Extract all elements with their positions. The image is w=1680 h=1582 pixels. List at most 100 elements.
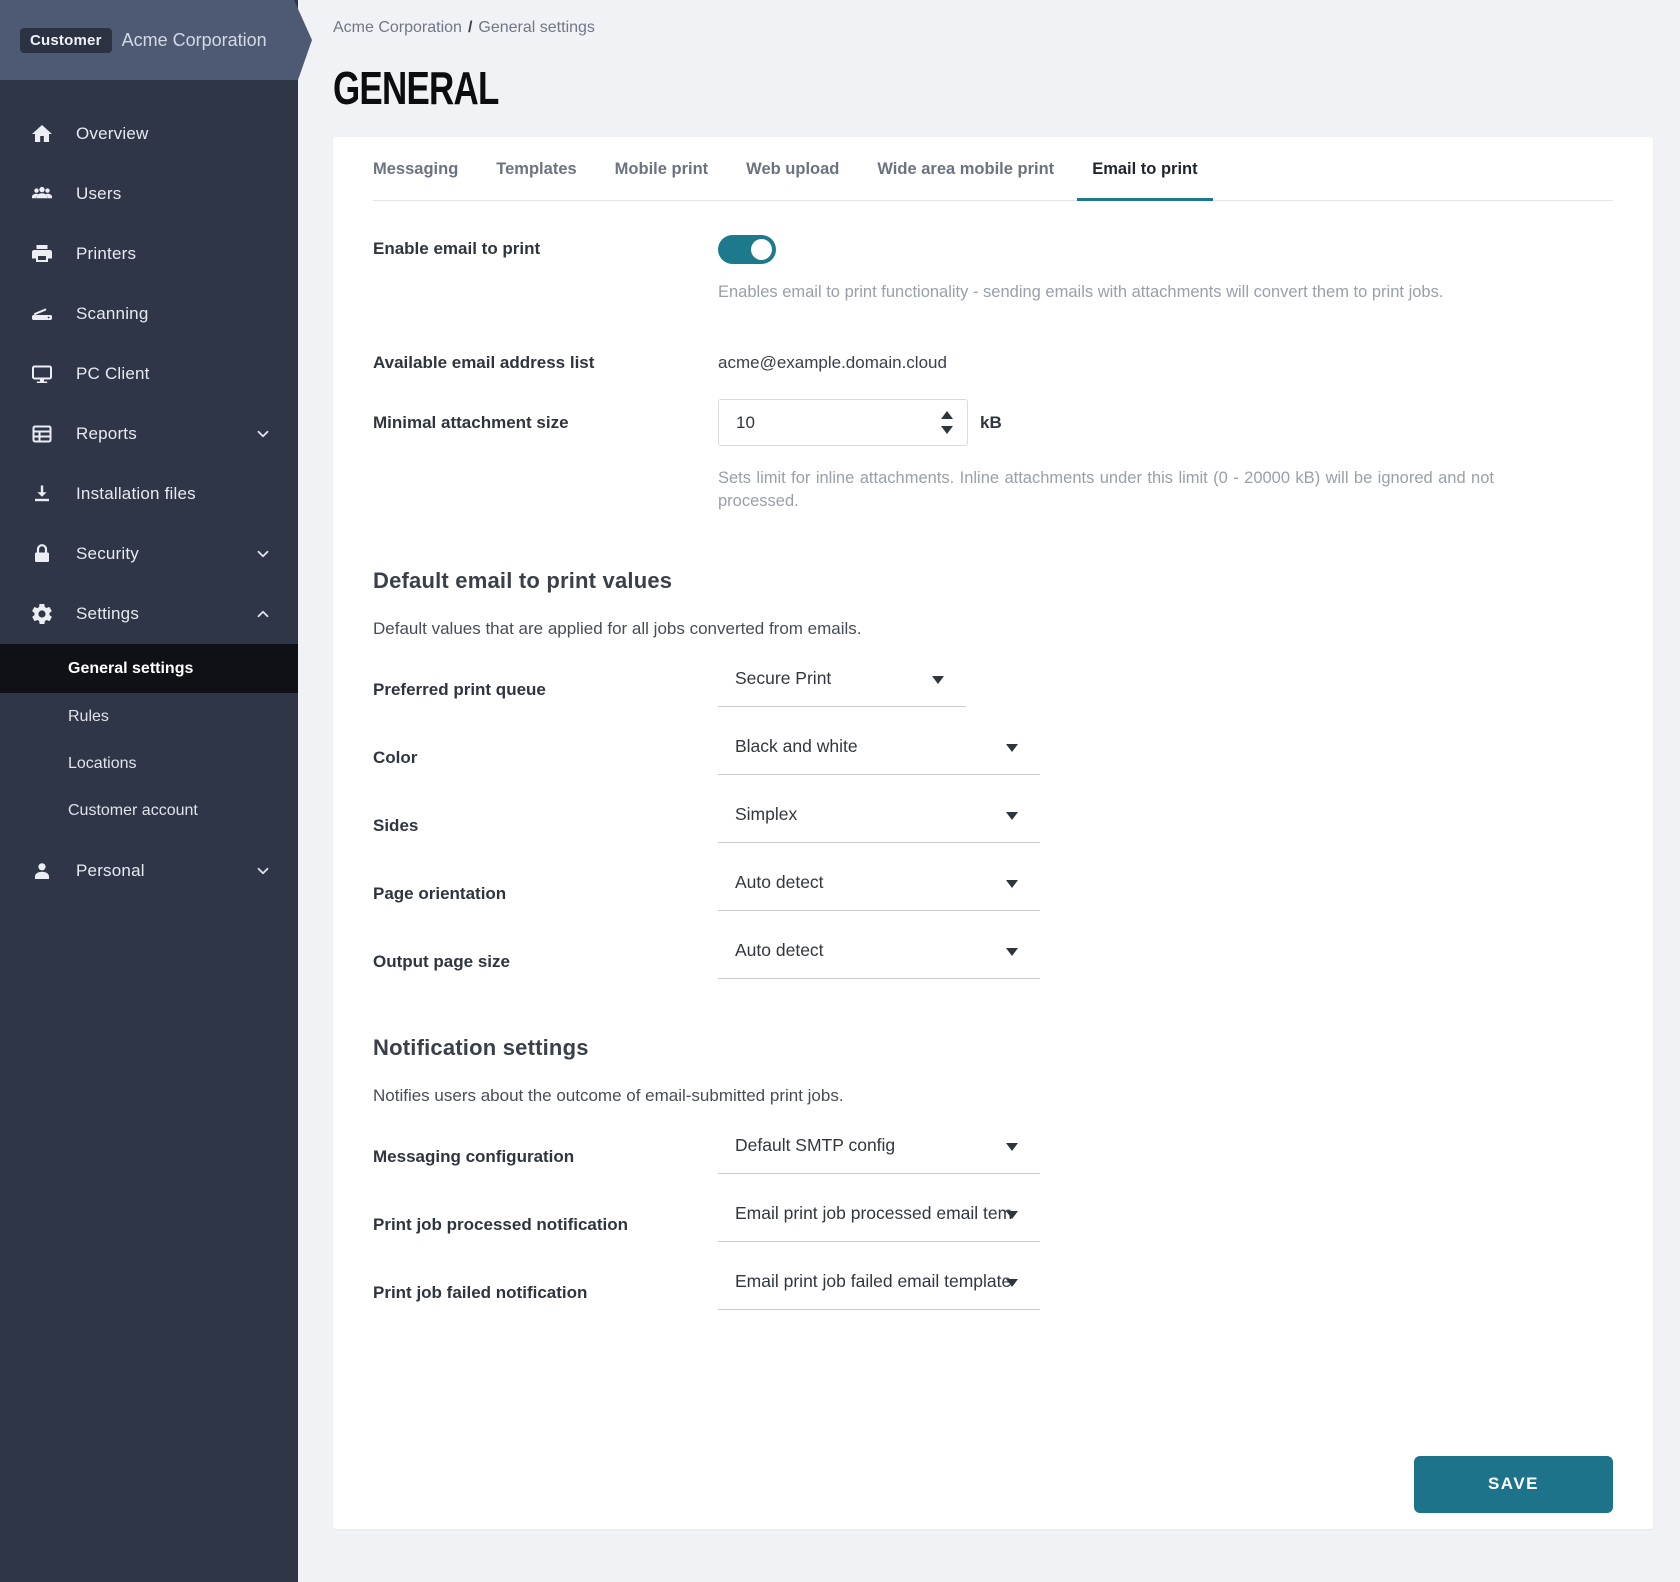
sidebar-item-general-settings[interactable]: General settings bbox=[0, 644, 298, 693]
chevron-up-icon bbox=[254, 605, 272, 623]
preferred-print-queue-select[interactable]: Secure Print bbox=[718, 662, 966, 707]
breadcrumb-customer[interactable]: Acme Corporation bbox=[333, 19, 462, 36]
messaging-configuration-row: Messaging configuration Default SMTP con… bbox=[373, 1129, 1613, 1174]
sidebar-item-overview[interactable]: Overview bbox=[0, 104, 298, 164]
chevron-down-icon bbox=[254, 862, 272, 880]
monitor-icon bbox=[30, 362, 54, 386]
min-attachment-input[interactable] bbox=[719, 413, 909, 433]
settings-submenu: General settings Rules Locations Custome… bbox=[0, 644, 298, 834]
scanner-icon bbox=[30, 302, 54, 326]
sidebar-item-security[interactable]: Security bbox=[0, 524, 298, 584]
tab-bar: Messaging Templates Mobile print Web upl… bbox=[373, 137, 1613, 201]
select-value: Secure Print bbox=[735, 668, 831, 689]
sidebar-item-label: Printers bbox=[76, 244, 272, 264]
field-label: Page orientation bbox=[373, 872, 718, 904]
printer-icon bbox=[30, 242, 54, 266]
color-row: Color Black and white bbox=[373, 730, 1613, 775]
tab-messaging[interactable]: Messaging bbox=[373, 160, 458, 200]
select-value: Default SMTP config bbox=[735, 1135, 895, 1156]
enable-email-row: Enable email to print Enables email to p… bbox=[373, 235, 1613, 303]
output-page-size-select[interactable]: Auto detect bbox=[718, 934, 1040, 979]
sidebar-item-scanning[interactable]: Scanning bbox=[0, 284, 298, 344]
page-orientation-row: Page orientation Auto detect bbox=[373, 866, 1613, 911]
sidebar-item-settings[interactable]: Settings bbox=[0, 584, 298, 644]
select-value: Auto detect bbox=[735, 940, 824, 961]
field-label: Output page size bbox=[373, 940, 718, 972]
select-value: Black and white bbox=[735, 736, 858, 757]
enable-email-toggle[interactable] bbox=[718, 235, 776, 264]
print-job-failed-select[interactable]: Email print job failed email template bbox=[718, 1265, 1040, 1310]
sidebar-item-installation-files[interactable]: Installation files bbox=[0, 464, 298, 524]
caret-down-icon bbox=[1006, 948, 1018, 956]
defaults-section-title: Default email to print values bbox=[373, 568, 1613, 594]
caret-down-icon bbox=[932, 676, 944, 684]
sidebar-item-users[interactable]: Users bbox=[0, 164, 298, 224]
users-icon bbox=[30, 182, 54, 206]
person-icon bbox=[30, 859, 54, 883]
tab-wide-area-mobile-print[interactable]: Wide area mobile print bbox=[877, 160, 1054, 200]
breadcrumb-separator: / bbox=[462, 19, 478, 36]
sidebar-item-label: Reports bbox=[76, 424, 254, 444]
chevron-down-icon bbox=[254, 425, 272, 443]
download-icon bbox=[30, 482, 54, 506]
customer-badge: Customer bbox=[20, 28, 112, 53]
tab-templates[interactable]: Templates bbox=[496, 160, 576, 200]
sidebar-item-reports[interactable]: Reports bbox=[0, 404, 298, 464]
field-label: Print job processed notification bbox=[373, 1203, 718, 1235]
spinner-down-icon[interactable] bbox=[941, 426, 953, 434]
sidebar-item-label: Settings bbox=[76, 604, 254, 624]
min-attachment-row: Minimal attachment size kB Sets limit fo… bbox=[373, 399, 1613, 512]
sidebar-nav: Overview Users Printers Scanning bbox=[0, 0, 298, 901]
sidebar-item-label: Users bbox=[76, 184, 272, 204]
print-job-processed-row: Print job processed notification Email p… bbox=[373, 1197, 1613, 1242]
sidebar-item-pc-client[interactable]: PC Client bbox=[0, 344, 298, 404]
field-label: Preferred print queue bbox=[373, 668, 718, 700]
select-value: Auto detect bbox=[735, 872, 824, 893]
tab-web-upload[interactable]: Web upload bbox=[746, 160, 839, 200]
sidebar-item-label: Security bbox=[76, 544, 254, 564]
sidebar-item-locations[interactable]: Locations bbox=[0, 740, 298, 787]
caret-down-icon bbox=[1006, 880, 1018, 888]
tab-email-to-print[interactable]: Email to print bbox=[1092, 160, 1197, 200]
email-list-row: Available email address list acme@exampl… bbox=[373, 349, 1613, 373]
sidebar-item-rules[interactable]: Rules bbox=[0, 693, 298, 740]
preferred-print-queue-row: Preferred print queue Secure Print bbox=[373, 662, 1613, 707]
home-icon bbox=[30, 122, 54, 146]
page-title: GENERAL bbox=[333, 61, 499, 115]
sidebar: Customer Acme Corporation Overview Users bbox=[0, 0, 298, 1582]
number-spinner bbox=[941, 400, 953, 445]
caret-down-icon bbox=[1006, 1211, 1018, 1219]
breadcrumb: Acme Corporation/General settings bbox=[333, 0, 1653, 37]
sidebar-item-label: Overview bbox=[76, 124, 272, 144]
sidebar-item-printers[interactable]: Printers bbox=[0, 224, 298, 284]
output-page-size-row: Output page size Auto detect bbox=[373, 934, 1613, 979]
notification-section-subtitle: Notifies users about the outcome of emai… bbox=[373, 1086, 1613, 1106]
tab-mobile-print[interactable]: Mobile print bbox=[615, 160, 709, 200]
color-select[interactable]: Black and white bbox=[718, 730, 1040, 775]
sidebar-item-personal[interactable]: Personal bbox=[0, 841, 298, 901]
main-content: Acme Corporation/General settings GENERA… bbox=[298, 0, 1680, 1582]
reports-icon bbox=[30, 422, 54, 446]
select-value: Email print job processed email temp... bbox=[735, 1203, 1013, 1224]
spinner-up-icon[interactable] bbox=[941, 411, 953, 419]
select-value: Email print job failed email template bbox=[735, 1271, 1011, 1292]
page-orientation-select[interactable]: Auto detect bbox=[718, 866, 1040, 911]
field-label: Print job failed notification bbox=[373, 1271, 718, 1303]
sidebar-item-label: Personal bbox=[76, 861, 254, 881]
toggle-knob bbox=[751, 239, 772, 260]
caret-down-icon bbox=[1006, 812, 1018, 820]
min-attachment-input-box bbox=[718, 399, 968, 446]
min-attachment-unit: kB bbox=[980, 413, 1002, 433]
customer-header: Customer Acme Corporation bbox=[0, 0, 312, 80]
sidebar-item-customer-account[interactable]: Customer account bbox=[0, 787, 298, 834]
messaging-configuration-select[interactable]: Default SMTP config bbox=[718, 1129, 1040, 1174]
print-job-processed-select[interactable]: Email print job processed email temp... bbox=[718, 1197, 1040, 1242]
app-root: Customer Acme Corporation Overview Users bbox=[0, 0, 1680, 1582]
caret-down-icon bbox=[1006, 744, 1018, 752]
save-button[interactable]: SAVE bbox=[1414, 1456, 1613, 1513]
sides-row: Sides Simplex bbox=[373, 798, 1613, 843]
sides-select[interactable]: Simplex bbox=[718, 798, 1040, 843]
field-label: Messaging configuration bbox=[373, 1135, 718, 1167]
enable-email-help: Enables email to print functionality - s… bbox=[718, 281, 1613, 303]
field-label: Color bbox=[373, 736, 718, 768]
